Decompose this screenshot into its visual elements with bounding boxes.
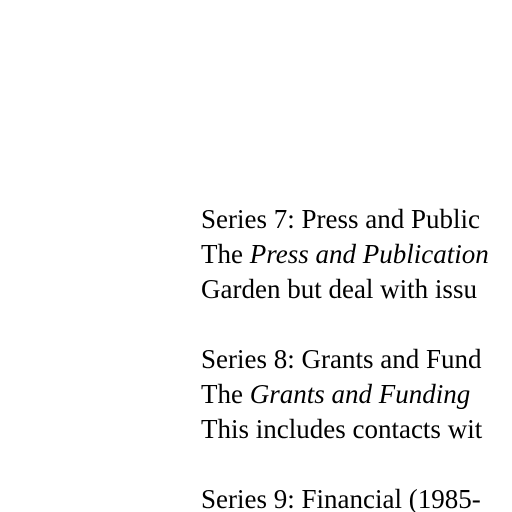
series-7-title-italic: Press and Publication [249,239,489,269]
series-8-title-italic: Grants and Funding [249,379,471,409]
series-7-continuation: Garden but deal with issu [201,274,477,304]
series-7-prefix: The [201,239,250,269]
series-7-heading: Series 7: Press and Public [201,204,480,234]
series-8-prefix: The [201,379,250,409]
document-text: Series 7: Press and Public The Press and… [201,202,512,512]
series-8-description-line: The Grants and Funding [201,377,512,412]
series-8-heading: Series 8: Grants and Fund [201,344,482,374]
series-9-heading: Series 9: Financial (1985- [201,484,481,512]
series-7-description-line: The Press and Publication [201,237,512,272]
document-page: Series 7: Press and Public The Press and… [0,0,512,512]
series-8-continuation: This includes contacts wit [201,414,483,444]
